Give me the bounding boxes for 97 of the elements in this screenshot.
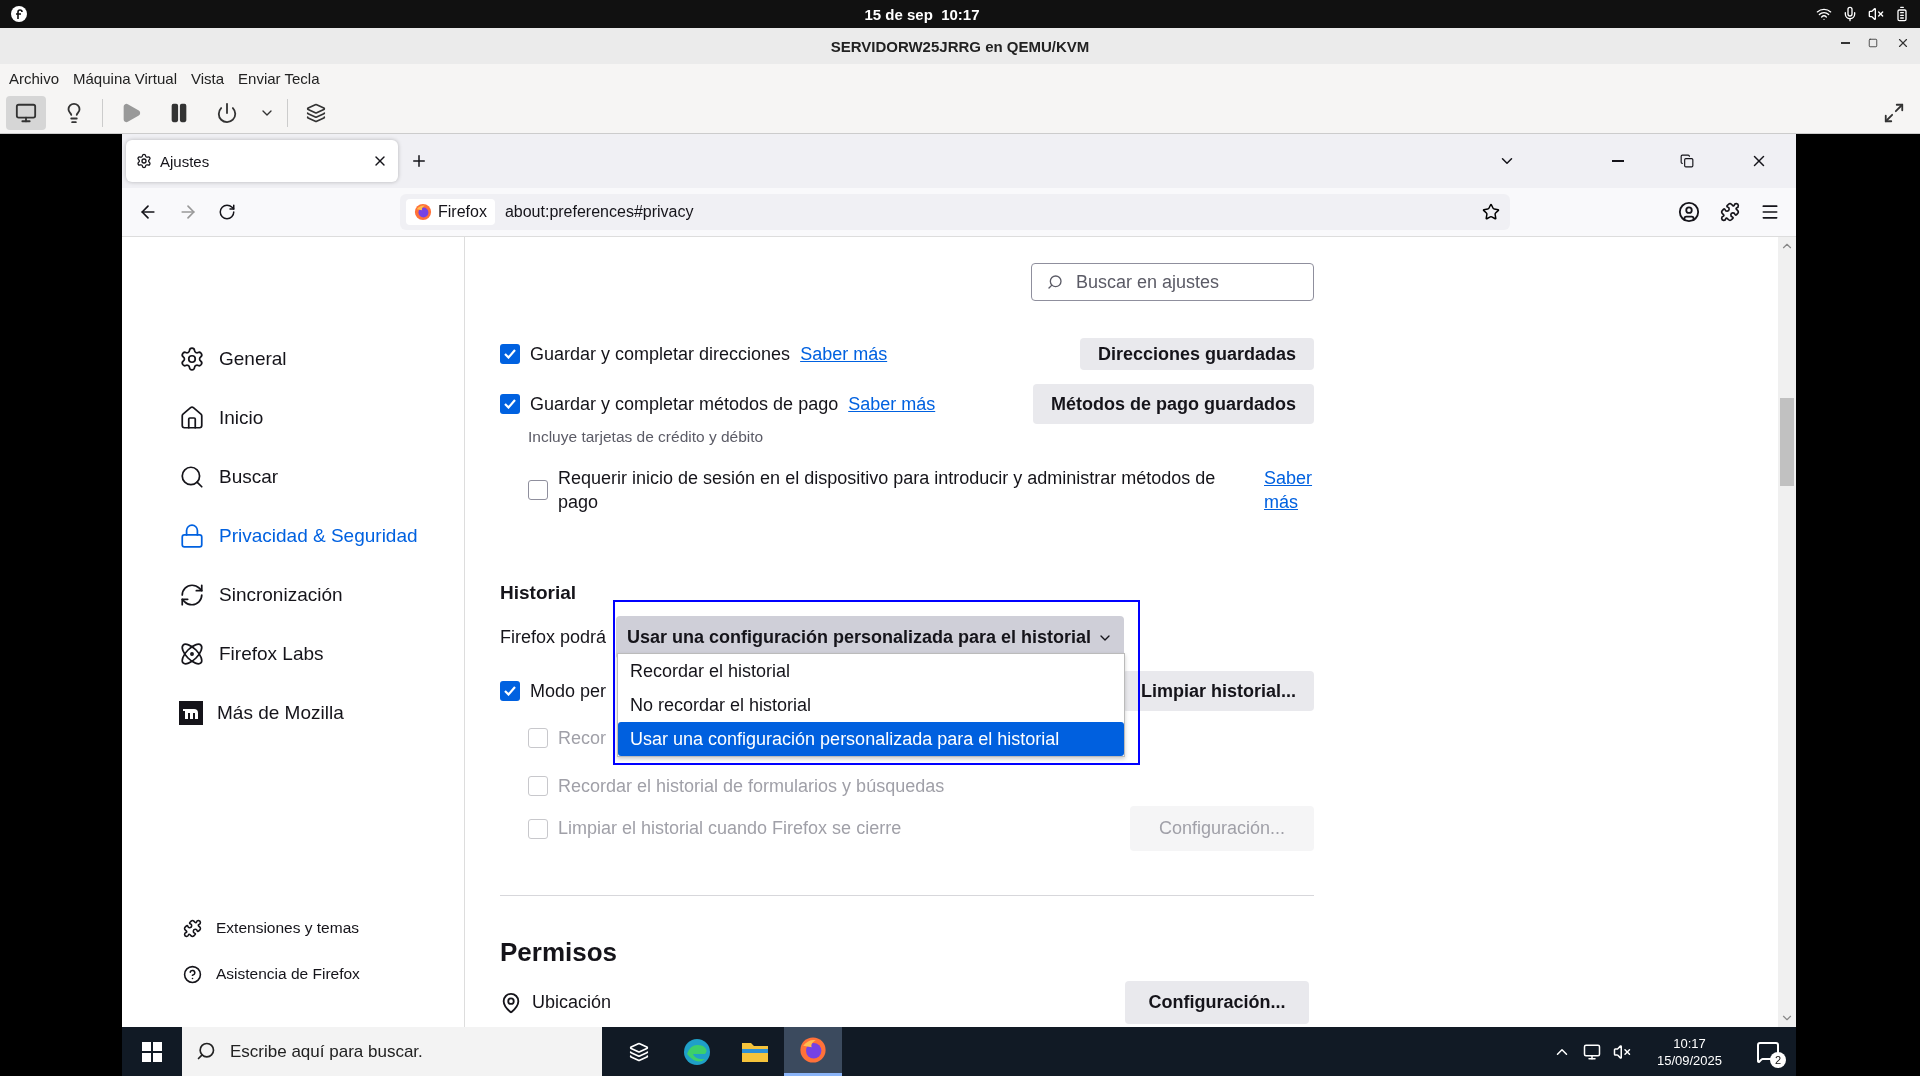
dropdown-option[interactable]: Usar una configuración personalizada para el historial xyxy=(618,722,1124,756)
gear-icon xyxy=(136,153,152,169)
checkbox-label: Guardar y completar direcciones xyxy=(530,343,791,365)
dropdown-option[interactable]: Recordar el historial xyxy=(618,654,1124,688)
checkbox[interactable] xyxy=(528,480,548,500)
minimize-icon xyxy=(1612,160,1624,162)
hint-text: Incluye tarjetas de crédito y débito xyxy=(528,428,765,446)
muted-speaker-icon[interactable] xyxy=(1868,6,1884,22)
sidebar-item[interactable]: General xyxy=(179,329,464,388)
checkbox-label: Guardar y completar métodos de pago xyxy=(530,393,839,415)
layers-icon xyxy=(306,102,326,123)
reload-icon xyxy=(218,203,236,221)
permission-label: Ubicación xyxy=(532,992,612,1013)
saved-items-button[interactable]: Métodos de pago guardados xyxy=(1033,384,1314,424)
section-heading: Permisos xyxy=(500,937,619,968)
location-pin-icon xyxy=(500,991,522,1014)
mozilla-logo-icon xyxy=(179,700,203,725)
console-button[interactable] xyxy=(6,95,46,130)
sidebar-item[interactable]: Buscar xyxy=(179,447,464,506)
plus-icon xyxy=(410,152,428,170)
window-title: SERVIDORW25JRRG en QEMU/KVM xyxy=(830,37,1090,55)
section-heading: Historial xyxy=(500,582,578,604)
checkmark-icon xyxy=(504,399,516,409)
tab-title: Ajustes xyxy=(160,152,211,170)
taskbar-search-field[interactable]: Escribe aquí para buscar. xyxy=(182,1027,602,1076)
lock-icon xyxy=(179,522,205,549)
checkmark-icon xyxy=(504,349,516,359)
date-text: 15/09/2025 xyxy=(1656,1051,1722,1069)
scrollbar[interactable] xyxy=(1778,237,1796,1027)
fedora-logo-icon[interactable] xyxy=(10,5,28,23)
monitor-icon xyxy=(15,101,37,124)
expand-icon xyxy=(1883,101,1905,124)
sidebar-item[interactable]: Privacidad & Seguridad xyxy=(179,506,464,565)
close-icon[interactable] xyxy=(1896,36,1910,50)
windows-logo-icon xyxy=(142,1041,162,1062)
search-icon xyxy=(1047,274,1063,290)
sidebar-link[interactable]: Asistencia de Firefox xyxy=(179,951,464,997)
url-text: about:preferences#privacy xyxy=(504,203,695,221)
settings-button[interactable]: Configuración... xyxy=(1125,981,1309,1024)
search-icon xyxy=(196,1041,216,1061)
checkbox-label: Requerir inicio de sesión en el dispositivo para introducir y administrar métodos de pago xyxy=(558,467,1217,514)
menu-item[interactable]: Vista xyxy=(190,67,226,89)
sidebar-link[interactable]: Extensiones y temas xyxy=(179,905,464,951)
sidebar-item[interactable]: Más de Mozilla xyxy=(179,683,464,742)
clock[interactable]: 15 de sep 10:17 xyxy=(864,5,980,23)
identity-badge[interactable]: Firefox xyxy=(406,199,495,225)
menu-item[interactable]: Enviar Tecla xyxy=(237,67,321,89)
microphone-icon[interactable] xyxy=(1842,6,1858,22)
checkbox[interactable] xyxy=(500,681,520,701)
atom-icon xyxy=(179,640,205,667)
puzzle-icon xyxy=(183,918,202,938)
checkmark-icon xyxy=(504,686,516,696)
sidebar-item[interactable]: Inicio xyxy=(179,388,464,447)
checkbox-label: Recordar el historial de formularios y búsquedas xyxy=(558,775,945,797)
user-icon xyxy=(1678,201,1700,223)
edge-logo-icon xyxy=(683,1037,711,1066)
address-bar[interactable]: Firefox about:preferences#privacy xyxy=(400,194,1510,230)
scrollbar-thumb[interactable] xyxy=(1780,398,1794,486)
sidebar-item[interactable]: Firefox Labs xyxy=(179,624,464,683)
star-icon[interactable] xyxy=(1482,203,1500,221)
minimize-icon xyxy=(1841,42,1850,44)
checkbox[interactable] xyxy=(500,344,520,364)
search-field[interactable]: Buscar en ajustes xyxy=(1031,263,1314,301)
taskbar-clock[interactable]: 10:17 15/09/2025 xyxy=(1656,1034,1722,1069)
dropdown-option[interactable]: No recordar el historial xyxy=(618,688,1124,722)
sidebar-item[interactable]: Sincronización xyxy=(179,565,464,624)
restore-icon xyxy=(1680,154,1694,168)
menu-icon xyxy=(1760,202,1780,222)
learn-more-link[interactable]: Saber más xyxy=(800,343,888,365)
checkbox-label: Limpiar el historial cuando Firefox se cierre xyxy=(558,818,902,839)
learn-more-link[interactable]: Saber más xyxy=(848,393,936,415)
menu-item[interactable]: Archivo xyxy=(8,67,61,89)
notifications-button[interactable]: 2 xyxy=(1748,1031,1788,1072)
learn-more-link[interactable]: Saber más xyxy=(1264,466,1314,514)
saved-items-button[interactable]: Direcciones guardadas xyxy=(1079,338,1314,370)
checkbox[interactable] xyxy=(500,394,520,414)
battery-icon[interactable] xyxy=(1894,6,1910,22)
menu-item[interactable]: Máquina Virtual xyxy=(72,67,178,89)
power-icon xyxy=(216,101,238,124)
checkbox-label: Recor xyxy=(558,727,606,749)
select-label: Firefox podrá xyxy=(500,627,607,648)
checkbox-label: Modo per xyxy=(530,680,607,702)
firefox-logo-icon xyxy=(414,203,432,221)
sync-icon xyxy=(179,581,205,608)
house-icon xyxy=(179,404,205,431)
firefox-logo-icon xyxy=(799,1036,827,1064)
help-icon xyxy=(183,964,202,984)
browser-tab[interactable]: Ajustes xyxy=(126,140,398,182)
muted-speaker-icon[interactable] xyxy=(1612,1042,1631,1061)
maximize-icon[interactable] xyxy=(1868,38,1878,48)
wifi-icon[interactable] xyxy=(1816,6,1832,22)
search-icon xyxy=(179,463,205,490)
gear-icon xyxy=(179,345,205,372)
clear-history-button[interactable]: Limpiar historial... xyxy=(1122,671,1314,711)
notification-count: 2 xyxy=(1770,1051,1786,1068)
puzzle-icon xyxy=(1720,202,1740,222)
time-text: 10:17 xyxy=(1673,1034,1706,1052)
